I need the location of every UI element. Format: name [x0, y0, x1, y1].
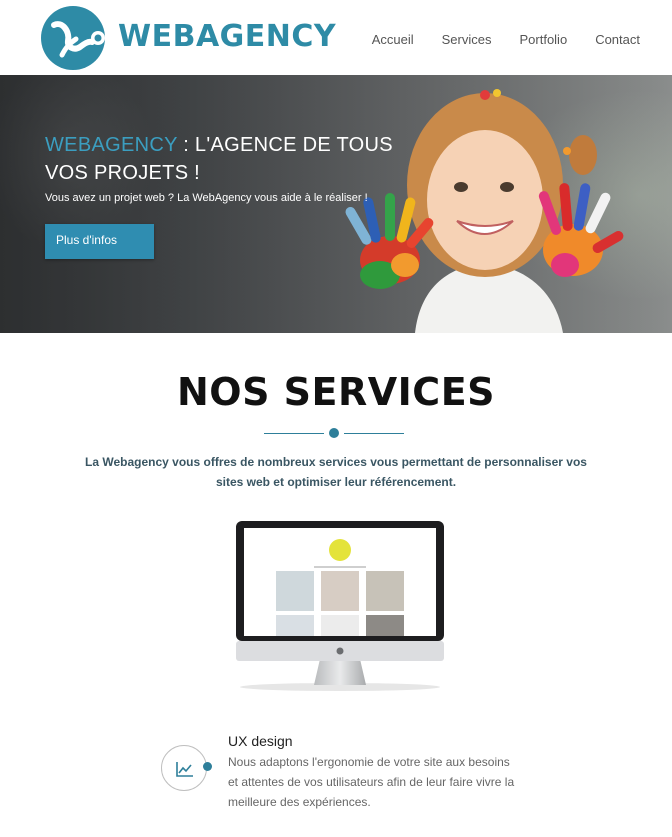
nav-services[interactable]: Services: [442, 32, 492, 47]
feature-text: Nous adaptons l'ergonomie de votre site …: [228, 755, 515, 809]
services-description: La Webagency vous offres de nombreux ser…: [85, 455, 587, 489]
more-info-button[interactable]: Plus d'infos: [45, 224, 154, 259]
hero-subtitle: Vous avez un projet web ? La WebAgency v…: [45, 192, 368, 204]
section-divider: [264, 427, 404, 439]
hero-banner: WEBAGENCY : L'AGENCE DE TOUS VOS PROJETS…: [0, 75, 672, 333]
logo[interactable]: WEBAGENCY: [40, 5, 336, 73]
hero-title: WEBAGENCY : L'AGENCE DE TOUS VOS PROJETS…: [45, 131, 405, 187]
ux-feature-icon: [161, 745, 207, 791]
logo-icon: [41, 6, 105, 70]
site-header: WEBAGENCY Accueil Services Portfolio Con…: [0, 0, 672, 75]
imac-mockup-image: [236, 521, 444, 691]
feature-dot: [203, 762, 212, 771]
feature-title: UX design: [228, 733, 293, 749]
hero-child-image: [345, 89, 624, 333]
divider-line-right: [344, 433, 404, 434]
nav-contact[interactable]: Contact: [595, 32, 640, 47]
nav-portfolio[interactable]: Portfolio: [519, 32, 567, 47]
divider-line-left: [264, 433, 324, 434]
nav-accueil[interactable]: Accueil: [372, 32, 414, 47]
line-chart-icon: [176, 762, 193, 777]
services-title: NOS SERVICES: [176, 370, 496, 414]
divider-dot: [329, 428, 339, 438]
logo-text: WEBAGENCY: [118, 19, 337, 54]
main-nav: Accueil Services Portfolio Contact: [372, 32, 640, 47]
hero-title-accent: WEBAGENCY: [45, 134, 178, 156]
